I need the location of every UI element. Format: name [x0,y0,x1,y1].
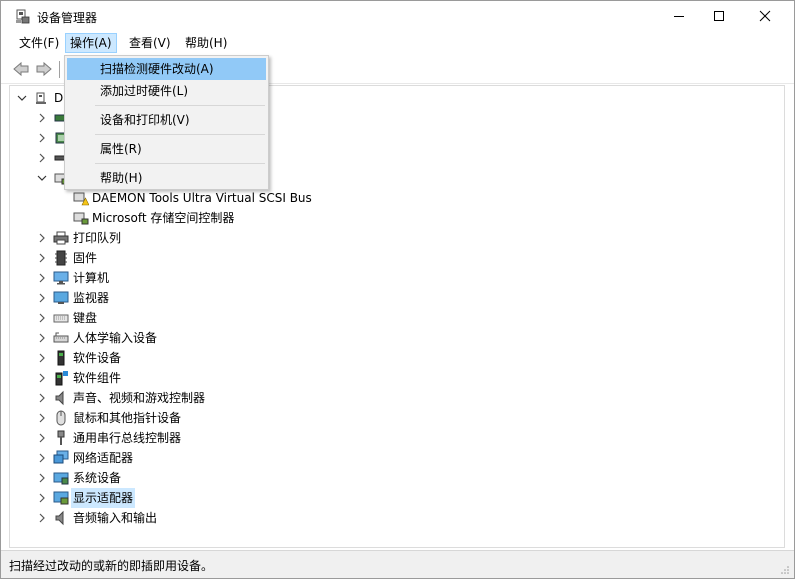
chevron-right-icon [39,293,45,303]
keyboard-icon [53,314,69,323]
chevron-right-icon [39,473,45,483]
mouse-icon [56,410,66,426]
menu-item-help[interactable]: 帮助(H) [67,167,266,189]
chevron-right-icon [39,113,45,123]
tree-item-label: 显示适配器 [71,488,136,508]
chevron-right-icon [39,273,45,283]
chevron-right-icon [39,513,45,523]
chevron-right-icon [39,153,45,163]
resize-grip-icon[interactable] [780,565,790,575]
printer-icon [53,231,69,245]
device-manager-window: 设备管理器 文件(F) 操作(A) 查看(V) 帮助(H) D DAEMON T… [0,0,795,579]
tree-child-label: DAEMON Tools Ultra Virtual SCSI Bus [92,191,312,205]
chevron-right-icon [39,253,45,263]
chevron-down-icon [17,95,27,101]
computer-root-icon [36,92,46,104]
menu-separator [95,163,265,164]
menu-separator [95,105,265,106]
toolbar-separator [59,61,60,78]
back-arrow-icon[interactable] [13,61,29,77]
tree-item-label: 声音、视频和游戏控制器 [73,391,206,405]
hid-icon [53,332,69,343]
menu-item-properties[interactable]: 属性(R) [67,138,266,160]
tree-item-label: 固件 [73,251,98,265]
tree-item-label: 软件设备 [73,351,122,365]
menu-item-scan-hardware[interactable]: 扫描检测硬件改动(A) [67,58,266,80]
tree-item-label: 通用串行总线控制器 [73,431,182,445]
chevron-right-icon [39,393,45,403]
storage-controller-icon [73,212,89,225]
scsi-warning-icon [73,192,89,206]
menu-help[interactable]: 帮助(H) [181,33,231,53]
tree-item-label: 计算机 [73,271,110,285]
minimize-icon [674,16,684,17]
tree-item-label: 网络适配器 [73,451,134,465]
tree-item-label: 系统设备 [73,471,122,485]
chevron-right-icon [39,373,45,383]
menu-bar: 文件(F) 操作(A) 查看(V) 帮助(H) [1,32,794,54]
menu-action[interactable]: 操作(A) [65,33,117,53]
firmware-chip-icon [55,250,67,266]
chevron-right-icon [39,353,45,363]
window-title: 设备管理器 [37,11,98,25]
tree-item-label: 软件组件 [73,371,122,385]
maximize-icon [714,11,724,21]
chevron-right-icon [39,453,45,463]
chevron-right-icon [39,313,45,323]
audio-io-icon [55,510,64,526]
close-icon [759,10,771,22]
device-manager-icon [15,8,31,24]
forward-arrow-icon[interactable] [36,61,52,77]
speaker-icon [55,390,64,406]
network-adapter-icon [53,450,69,464]
chevron-right-icon [39,233,45,243]
computer-icon [53,271,69,285]
menu-separator [95,134,265,135]
tree-item-label: 打印队列 [73,231,122,245]
tree-item-label: 监视器 [73,291,110,305]
chevron-right-icon [39,133,45,143]
tree-child-label: Microsoft 存储空间控制器 [92,211,235,225]
status-bar: 扫描经过改动的或新的即插即用设备。 [1,550,794,578]
chevron-right-icon [39,493,45,503]
menu-file[interactable]: 文件(F) [15,33,63,53]
menu-item-add-legacy-hardware[interactable]: 添加过时硬件(L) [67,80,266,102]
chevron-right-icon [39,413,45,423]
system-device-icon [53,472,69,485]
status-text: 扫描经过改动的或新的即插即用设备。 [9,559,214,573]
chevron-down-icon [37,175,47,181]
menu-item-devices-printers[interactable]: 设备和打印机(V) [67,109,266,131]
close-button[interactable] [742,1,788,31]
tree-item-label: 键盘 [73,311,98,325]
menu-view[interactable]: 查看(V) [125,33,175,53]
action-menu-dropdown: 扫描检测硬件改动(A) 添加过时硬件(L) 设备和打印机(V) 属性(R) 帮助… [64,55,269,190]
usb-icon [57,430,65,445]
software-device-icon [57,350,65,366]
software-component-icon [55,371,68,386]
tree-item-label: 音频输入和输出 [73,511,158,525]
chevron-right-icon [39,433,45,443]
display-adapter-icon [53,491,69,505]
chevron-right-icon [39,333,45,343]
title-bar[interactable]: 设备管理器 [1,1,794,31]
monitor-icon [53,291,69,304]
tree-item-label: 人体学输入设备 [73,331,158,345]
tree-item-label: 鼠标和其他指针设备 [73,411,182,425]
maximize-button[interactable] [696,1,742,31]
